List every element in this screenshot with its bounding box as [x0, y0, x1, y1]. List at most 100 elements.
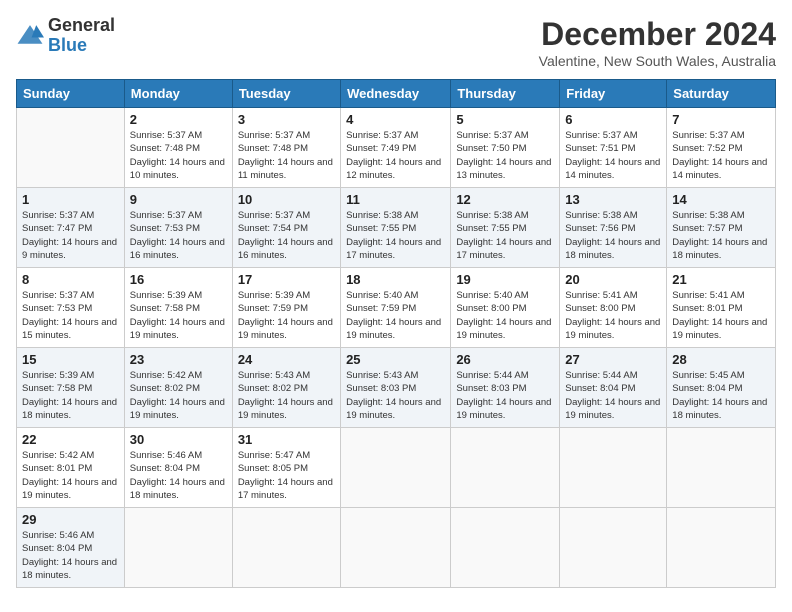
calendar-week-row: 1 Sunrise: 5:37 AMSunset: 7:47 PMDaylight… [17, 188, 776, 268]
col-tuesday: Tuesday [232, 80, 340, 108]
calendar-day-cell: 27 Sunrise: 5:44 AMSunset: 8:04 PMDayligh… [560, 348, 667, 428]
calendar-week-row: 8 Sunrise: 5:37 AMSunset: 7:53 PMDaylight… [17, 268, 776, 348]
col-wednesday: Wednesday [341, 80, 451, 108]
calendar-header-row: Sunday Monday Tuesday Wednesday Thursday… [17, 80, 776, 108]
calendar-day-cell: 26 Sunrise: 5:44 AMSunset: 8:03 PMDayligh… [451, 348, 560, 428]
calendar-day-cell: 5 Sunrise: 5:37 AMSunset: 7:50 PMDaylight… [451, 108, 560, 188]
calendar-day-cell: 6 Sunrise: 5:37 AMSunset: 7:51 PMDaylight… [560, 108, 667, 188]
calendar-day-cell [124, 508, 232, 588]
calendar-day-cell [560, 508, 667, 588]
day-number: 29 [22, 512, 119, 527]
day-info: Sunrise: 5:44 AMSunset: 8:03 PMDaylight:… [456, 369, 554, 422]
col-sunday: Sunday [17, 80, 125, 108]
day-info: Sunrise: 5:38 AMSunset: 7:57 PMDaylight:… [672, 209, 770, 262]
day-number: 25 [346, 352, 445, 367]
day-info: Sunrise: 5:38 AMSunset: 7:56 PMDaylight:… [565, 209, 661, 262]
day-number: 14 [672, 192, 770, 207]
calendar-day-cell: 9 Sunrise: 5:37 AMSunset: 7:53 PMDaylight… [124, 188, 232, 268]
calendar-week-row: 15 Sunrise: 5:39 AMSunset: 7:58 PMDayligh… [17, 348, 776, 428]
day-number: 26 [456, 352, 554, 367]
day-info: Sunrise: 5:47 AMSunset: 8:05 PMDaylight:… [238, 449, 335, 502]
day-info: Sunrise: 5:46 AMSunset: 8:04 PMDaylight:… [130, 449, 227, 502]
calendar-day-cell: 28Sunrise: 5:45 AMSunset: 8:04 PMDayligh… [667, 348, 776, 428]
day-number: 16 [130, 272, 227, 287]
calendar-table: Sunday Monday Tuesday Wednesday Thursday… [16, 79, 776, 588]
day-number: 12 [456, 192, 554, 207]
calendar-day-cell [341, 508, 451, 588]
day-number: 30 [130, 432, 227, 447]
day-info: Sunrise: 5:37 AMSunset: 7:51 PMDaylight:… [565, 129, 661, 182]
calendar-day-cell: 16 Sunrise: 5:39 AMSunset: 7:58 PMDayligh… [124, 268, 232, 348]
day-info: Sunrise: 5:37 AMSunset: 7:50 PMDaylight:… [456, 129, 554, 182]
day-number: 4 [346, 112, 445, 127]
day-info: Sunrise: 5:39 AMSunset: 7:59 PMDaylight:… [238, 289, 335, 342]
col-monday: Monday [124, 80, 232, 108]
day-number: 5 [456, 112, 554, 127]
calendar-day-cell [341, 428, 451, 508]
calendar-day-cell: 21Sunrise: 5:41 AMSunset: 8:01 PMDayligh… [667, 268, 776, 348]
day-number: 28 [672, 352, 770, 367]
col-friday: Friday [560, 80, 667, 108]
day-info: Sunrise: 5:43 AMSunset: 8:02 PMDaylight:… [238, 369, 335, 422]
day-number: 1 [22, 192, 119, 207]
day-number: 6 [565, 112, 661, 127]
day-info: Sunrise: 5:37 AMSunset: 7:49 PMDaylight:… [346, 129, 445, 182]
day-number: 9 [130, 192, 227, 207]
day-number: 11 [346, 192, 445, 207]
calendar-day-cell: 1 Sunrise: 5:37 AMSunset: 7:47 PMDaylight… [17, 188, 125, 268]
day-info: Sunrise: 5:39 AMSunset: 7:58 PMDaylight:… [22, 369, 119, 422]
day-info: Sunrise: 5:40 AMSunset: 8:00 PMDaylight:… [456, 289, 554, 342]
col-thursday: Thursday [451, 80, 560, 108]
day-info: Sunrise: 5:37 AMSunset: 7:53 PMDaylight:… [130, 209, 227, 262]
calendar-day-cell [667, 428, 776, 508]
calendar-week-row: 29Sunrise: 5:46 AMSunset: 8:04 PMDayligh… [17, 508, 776, 588]
calendar-day-cell: 11 Sunrise: 5:38 AMSunset: 7:55 PMDayligh… [341, 188, 451, 268]
day-number: 23 [130, 352, 227, 367]
day-info: Sunrise: 5:42 AMSunset: 8:01 PMDaylight:… [22, 449, 119, 502]
day-info: Sunrise: 5:41 AMSunset: 8:00 PMDaylight:… [565, 289, 661, 342]
calendar-day-cell: 31 Sunrise: 5:47 AMSunset: 8:05 PMDayligh… [232, 428, 340, 508]
day-number: 22 [22, 432, 119, 447]
day-number: 15 [22, 352, 119, 367]
day-info: Sunrise: 5:37 AMSunset: 7:48 PMDaylight:… [130, 129, 227, 182]
calendar-day-cell: 25 Sunrise: 5:43 AMSunset: 8:03 PMDayligh… [341, 348, 451, 428]
day-number: 24 [238, 352, 335, 367]
day-number: 3 [238, 112, 335, 127]
calendar-day-cell: 7Sunrise: 5:37 AMSunset: 7:52 PMDaylight… [667, 108, 776, 188]
day-info: Sunrise: 5:37 AMSunset: 7:48 PMDaylight:… [238, 129, 335, 182]
location-title: Valentine, New South Wales, Australia [539, 53, 776, 69]
day-number: 21 [672, 272, 770, 287]
day-number: 2 [130, 112, 227, 127]
day-number: 19 [456, 272, 554, 287]
title-section: December 2024 Valentine, New South Wales… [539, 16, 776, 69]
day-number: 8 [22, 272, 119, 287]
day-info: Sunrise: 5:39 AMSunset: 7:58 PMDaylight:… [130, 289, 227, 342]
calendar-week-row: 2 Sunrise: 5:37 AMSunset: 7:48 PMDaylight… [17, 108, 776, 188]
day-number: 7 [672, 112, 770, 127]
day-info: Sunrise: 5:38 AMSunset: 7:55 PMDaylight:… [346, 209, 445, 262]
logo: General Blue [16, 16, 115, 56]
day-info: Sunrise: 5:37 AMSunset: 7:47 PMDaylight:… [22, 209, 119, 262]
logo-general: General [48, 16, 115, 36]
calendar-day-cell [17, 108, 125, 188]
calendar-day-cell: 15 Sunrise: 5:39 AMSunset: 7:58 PMDayligh… [17, 348, 125, 428]
calendar-day-cell: 8 Sunrise: 5:37 AMSunset: 7:53 PMDaylight… [17, 268, 125, 348]
calendar-day-cell: 30 Sunrise: 5:46 AMSunset: 8:04 PMDayligh… [124, 428, 232, 508]
day-number: 27 [565, 352, 661, 367]
day-number: 17 [238, 272, 335, 287]
day-info: Sunrise: 5:44 AMSunset: 8:04 PMDaylight:… [565, 369, 661, 422]
calendar-day-cell: 29Sunrise: 5:46 AMSunset: 8:04 PMDayligh… [17, 508, 125, 588]
col-saturday: Saturday [667, 80, 776, 108]
calendar-day-cell: 23 Sunrise: 5:42 AMSunset: 8:02 PMDayligh… [124, 348, 232, 428]
day-info: Sunrise: 5:37 AMSunset: 7:54 PMDaylight:… [238, 209, 335, 262]
calendar-week-row: 22 Sunrise: 5:42 AMSunset: 8:01 PMDayligh… [17, 428, 776, 508]
day-number: 31 [238, 432, 335, 447]
day-number: 18 [346, 272, 445, 287]
day-info: Sunrise: 5:42 AMSunset: 8:02 PMDaylight:… [130, 369, 227, 422]
calendar-day-cell: 10Sunrise: 5:37 AMSunset: 7:54 PMDayligh… [232, 188, 340, 268]
day-info: Sunrise: 5:43 AMSunset: 8:03 PMDaylight:… [346, 369, 445, 422]
day-info: Sunrise: 5:37 AMSunset: 7:53 PMDaylight:… [22, 289, 119, 342]
page-header: General Blue December 2024 Valentine, Ne… [16, 16, 776, 69]
calendar-day-cell [667, 508, 776, 588]
calendar-day-cell: 24 Sunrise: 5:43 AMSunset: 8:02 PMDayligh… [232, 348, 340, 428]
